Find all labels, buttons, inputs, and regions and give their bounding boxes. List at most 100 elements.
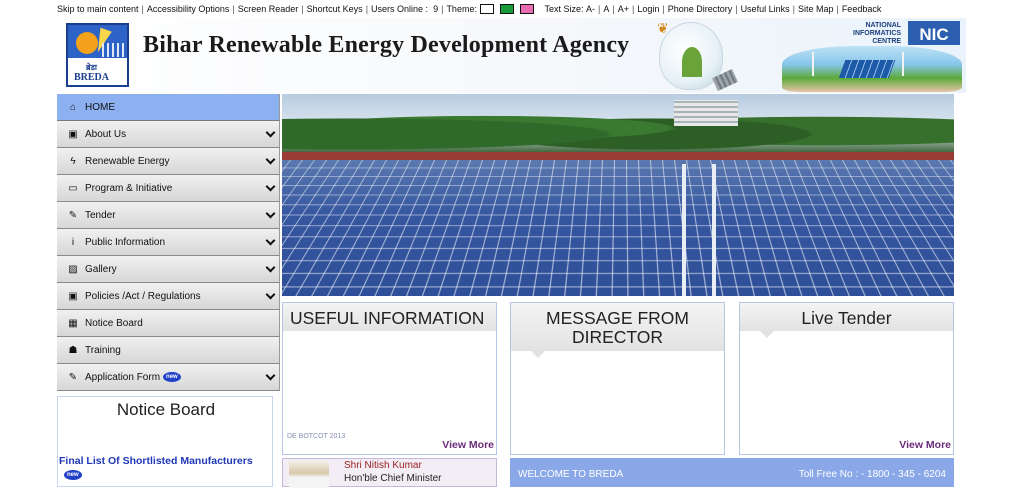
scrolling-item[interactable]: DE BOTCOT 2013 [287, 433, 345, 440]
theme-white-button[interactable] [479, 4, 494, 14]
director-title-line-2: DIRECTOR [571, 327, 664, 347]
sidebar-item-label: HOME [85, 101, 115, 113]
useful-links-link[interactable]: Useful Links [741, 4, 790, 14]
site-map-link[interactable]: Site Map [798, 4, 834, 14]
minister-card: Shri Nitish Kumar Hon'ble Chief Minister [282, 458, 497, 488]
sidebar-item-label: Renewable Energy [85, 155, 170, 167]
trees [282, 98, 954, 158]
feedback-link[interactable]: Feedback [842, 4, 882, 14]
accessibility-options-link[interactable]: Accessibility Options [147, 4, 230, 14]
sidebar-item-label: Public Information [85, 236, 166, 248]
text-size-increase[interactable]: A+ [618, 4, 629, 14]
sidebar-item-label: About Us [85, 128, 127, 140]
chevron-down-icon [265, 262, 276, 273]
sidebar-item-label: Gallery [85, 263, 117, 275]
building [674, 100, 738, 126]
sidebar-item-label: Notice Board [85, 317, 143, 329]
sidebar-item-policies-act-regulations[interactable]: ▣ Policies /Act / Regulations [57, 283, 280, 310]
useful-information-view-more[interactable]: View More [442, 439, 494, 451]
image-icon: ▨ [68, 263, 78, 275]
text-size-decrease[interactable]: A- [586, 4, 595, 14]
sidebar-item-label: Policies /Act / Regulations [85, 290, 201, 302]
chevron-down-icon [265, 127, 276, 138]
live-tender-view-more[interactable]: View More [899, 439, 951, 451]
notice-item-link[interactable]: Final List Of Shortlisted Manufacturers [59, 455, 253, 467]
chevron-down-icon [265, 370, 276, 381]
chevron-down-icon [265, 181, 276, 192]
shortcut-keys-link[interactable]: Shortcut Keys [307, 4, 363, 14]
bolt-icon: ϟ [70, 155, 76, 167]
sidebar-item-home[interactable]: ⌂ HOME [57, 94, 280, 121]
sidebar-item-about-us[interactable]: ▣ About Us [57, 121, 280, 148]
agency-title: Bihar Renewable Energy Development Agenc… [143, 32, 630, 58]
users-online-label: Users Online : [371, 4, 429, 14]
nic-line-3: CENTRE [872, 38, 902, 45]
theme-green-button[interactable] [499, 4, 514, 14]
welcome-strip: WELCOME TO BREDA Toll Free No : - 1800 -… [510, 458, 954, 487]
sidebar-item-label: Application Form [85, 371, 161, 383]
chevron-down-icon [265, 235, 276, 246]
theme-label: Theme: [446, 4, 477, 14]
caret-down-icon [760, 331, 774, 338]
notice-board-title: Notice Board [116, 400, 216, 419]
sidebar-item-notice-board[interactable]: ▦ Notice Board [57, 310, 280, 337]
sidebar-item-renewable-energy[interactable]: ϟ Renewable Energy [57, 148, 280, 175]
header-banner: ब्रेडा BREDA Bihar Renewable Energy Deve… [57, 18, 966, 93]
sidebar-item-public-information[interactable]: i Public Information [57, 229, 280, 256]
logo-text: BREDA [74, 72, 110, 83]
minister-name[interactable]: Shri Nitish Kumar [344, 460, 422, 471]
sidebar-nav: ⌂ HOME ▣ About Us ϟ Renewable Energy ▭ Program … [57, 94, 280, 391]
phone-directory-link[interactable]: Phone Directory [668, 4, 733, 14]
live-tender-card: Live Tender View More [739, 302, 954, 455]
solar-panel-icon [102, 43, 124, 57]
home-icon: ⌂ [69, 101, 77, 113]
sidebar-item-label: Program & Initiative [85, 182, 173, 194]
users-icon: ☗ [68, 344, 78, 356]
welcome-text: WELCOME TO BREDA [518, 469, 624, 480]
useful-information-card: USEFUL INFORMATION DE BOTCOT 2013 View M… [282, 302, 497, 455]
sidebar-item-program-initiative[interactable]: ▭ Program & Initiative [57, 175, 280, 202]
new-badge-icon: new [163, 372, 181, 382]
minister-role: Hon'ble Chief Minister [344, 473, 442, 484]
breda-logo[interactable]: ब्रेडा BREDA [66, 23, 129, 87]
utility-bar: Skip to main content | Accessibility Opti… [57, 4, 882, 14]
sidebar-item-gallery[interactable]: ▨ Gallery [57, 256, 280, 283]
edit-icon: ✎ [68, 209, 78, 221]
wind-turbine-icon [812, 52, 814, 76]
skip-link[interactable]: Skip to main content [57, 4, 139, 14]
chevron-down-icon [265, 289, 276, 300]
nic-line-2: INFORMATICS [853, 30, 902, 37]
text-size-label: Text Size: [544, 4, 584, 14]
live-tender-title-text: Live Tender [801, 308, 892, 328]
minister-photo [289, 461, 329, 488]
screen-reader-link[interactable]: Screen Reader [238, 4, 299, 14]
panel-frame [682, 164, 686, 296]
chevron-down-icon [265, 208, 276, 219]
director-title-line-1: MESSAGE FROM [546, 308, 689, 328]
nic-logo[interactable]: NIC [908, 21, 960, 45]
sidebar-item-label: Tender [85, 209, 116, 221]
sidebar-item-label: Training [85, 344, 121, 356]
form-icon: ✎ [68, 371, 78, 383]
login-link[interactable]: Login [637, 4, 659, 14]
notice-board-panel: Notice Board Final List Of Shortlisted M… [57, 396, 273, 487]
gift-icon: ▣ [68, 290, 78, 302]
gift-icon: ▣ [68, 128, 78, 140]
sidebar-item-training[interactable]: ☗ Training [57, 337, 280, 364]
sidebar-item-tender[interactable]: ✎ Tender [57, 202, 280, 229]
hero-solar-image [282, 94, 954, 296]
live-tender-title: Live Tender [740, 303, 953, 338]
caret-down-icon [531, 351, 545, 358]
info-icon: i [71, 236, 75, 248]
chevron-down-icon [265, 154, 276, 165]
right-gutter [966, 0, 1024, 487]
theme-pink-button[interactable] [519, 4, 534, 14]
green-energy-illustration [782, 46, 962, 92]
nic-caption: NATIONAL INFORMATICS CENTRE [853, 22, 901, 46]
wind-turbine-icon [902, 52, 904, 76]
solar-panel-icon [838, 60, 896, 78]
panel-frame [712, 164, 716, 296]
keyboard-icon: ▭ [68, 182, 78, 194]
sidebar-item-application-form[interactable]: ✎ Application Form new [57, 364, 280, 391]
useful-information-title: USEFUL INFORMATION [283, 303, 496, 331]
